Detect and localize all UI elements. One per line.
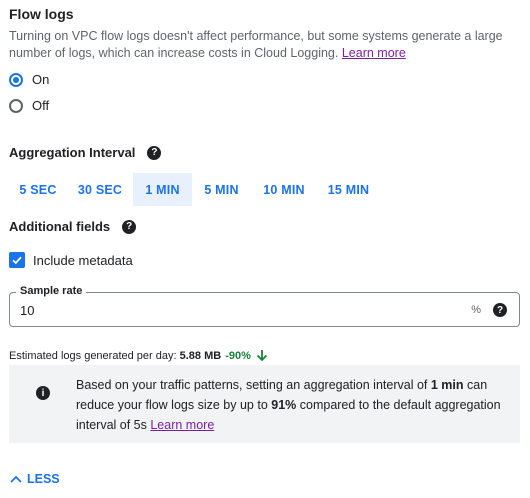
include-metadata-label: Include metadata xyxy=(33,252,133,268)
info-reduction: 91% xyxy=(271,398,297,412)
interval-1-min-button[interactable]: 1 MIN xyxy=(133,173,192,206)
aggregation-header: Aggregation Interval ? xyxy=(9,145,162,160)
radio-on[interactable] xyxy=(9,72,23,87)
info-text: Based on your traffic patterns, setting … xyxy=(76,375,506,435)
include-metadata-row[interactable]: Include metadata xyxy=(9,252,133,268)
interval-30-sec-button[interactable]: 30 SEC xyxy=(67,173,133,206)
less-button[interactable]: LESS xyxy=(9,472,60,486)
estimated-logs-change: -90% xyxy=(225,349,251,362)
interval-5-min-button[interactable]: 5 MIN xyxy=(192,173,251,206)
check-icon xyxy=(12,256,22,265)
aggregation-title: Aggregation Interval xyxy=(9,145,136,160)
arrow-down-icon xyxy=(256,350,268,362)
help-icon[interactable]: ? xyxy=(147,145,162,160)
sample-rate-label: Sample rate xyxy=(16,285,87,297)
less-label: LESS xyxy=(27,472,60,486)
flow-logs-description: Turning on VPC flow logs doesn't affect … xyxy=(9,28,509,61)
sample-rate-field[interactable]: Sample rate 10 % ? xyxy=(9,285,520,327)
info-text-1: Based on your traffic patterns, setting … xyxy=(76,378,431,392)
help-icon[interactable]: ? xyxy=(122,219,137,234)
radio-off[interactable] xyxy=(9,98,23,113)
radio-off-label: Off xyxy=(32,98,50,113)
additional-fields-header: Additional fields ? xyxy=(9,219,137,234)
radio-on-row[interactable]: On xyxy=(9,72,49,87)
radio-on-label: On xyxy=(32,72,50,87)
interval-5-sec-button[interactable]: 5 SEC xyxy=(9,173,67,206)
additional-fields-title: Additional fields xyxy=(9,219,111,234)
sample-rate-input[interactable]: 10 xyxy=(20,303,34,318)
interval-10-min-button[interactable]: 10 MIN xyxy=(251,173,317,206)
radio-off-row[interactable]: Off xyxy=(9,98,49,113)
flow-logs-learn-more-link[interactable]: Learn more xyxy=(342,46,406,60)
aggregation-interval-selector: 5 SEC 30 SEC 1 MIN 5 MIN 10 MIN 15 MIN xyxy=(9,173,380,206)
info-box: i Based on your traffic patterns, settin… xyxy=(9,365,520,443)
info-learn-more-link[interactable]: Learn more xyxy=(150,418,214,432)
flow-logs-title: Flow logs xyxy=(9,6,74,22)
info-icon: i xyxy=(36,386,50,400)
estimated-logs-line: Estimated logs generated per day: 5.88 M… xyxy=(9,349,268,362)
info-interval: 1 min xyxy=(430,378,464,392)
sample-rate-suffix: % xyxy=(471,304,481,316)
chevron-up-icon xyxy=(10,475,22,483)
interval-15-min-button[interactable]: 15 MIN xyxy=(317,173,380,206)
flow-logs-description-text: Turning on VPC flow logs doesn't affect … xyxy=(9,29,503,60)
help-icon[interactable]: ? xyxy=(493,303,507,317)
estimated-logs-prefix: Estimated logs generated per day: xyxy=(9,349,180,362)
estimated-logs-value: 5.88 MB xyxy=(179,349,222,362)
include-metadata-checkbox[interactable] xyxy=(9,252,25,268)
